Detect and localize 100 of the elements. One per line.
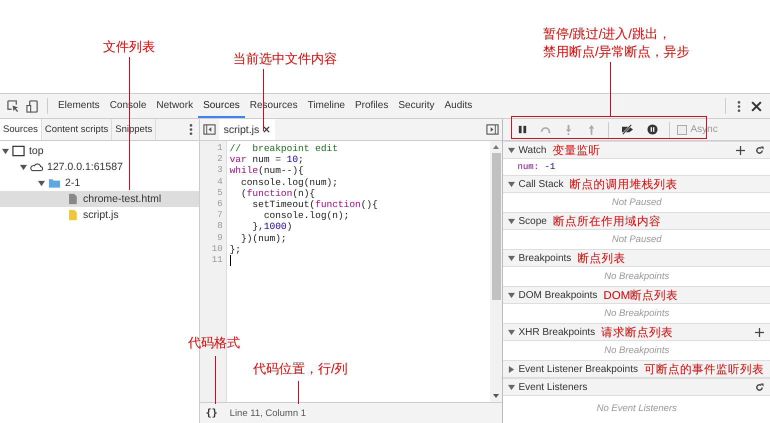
panel-tab[interactable]: Profiles — [350, 94, 394, 118]
section-title[interactable]: Event Listeners — [518, 382, 588, 392]
section-title[interactable]: Call Stack — [518, 178, 564, 190]
line-number: 1 — [216, 143, 224, 154]
expand-triangle-icon[interactable] — [20, 164, 27, 170]
watch-expression: num: -1 — [516, 161, 556, 174]
code-line: while(num--){ — [230, 165, 304, 177]
section-header[interactable]: XHR Breakpoints 请求断点列表 — [503, 323, 770, 341]
inspect-icon[interactable] — [7, 100, 20, 112]
line-number: 3 — [216, 165, 224, 177]
line-number: 5 — [216, 188, 224, 200]
expand-triangle-icon[interactable] — [38, 180, 45, 186]
tree-item[interactable]: top — [0, 143, 199, 159]
line-number: 6 — [216, 199, 224, 210]
file-tab-label[interactable]: script.js — [224, 124, 260, 136]
annotation-text: DOM断点列表 — [603, 288, 678, 302]
navigator-tab[interactable]: Sources — [0, 119, 42, 140]
code-line: }; — [230, 244, 242, 255]
expand-triangle-icon[interactable] — [508, 254, 516, 262]
panel-tab[interactable]: Audits — [439, 94, 478, 118]
frame-icon — [12, 145, 25, 157]
leader-line — [263, 69, 264, 131]
empty-message: No Breakpoints — [603, 270, 670, 284]
expand-triangle-icon[interactable] — [508, 180, 516, 188]
annotation-text: 文件列表 — [103, 38, 155, 56]
section-header[interactable]: Call Stack 断点的调用堆栈列表 — [503, 175, 770, 193]
checkbox[interactable] — [677, 124, 688, 134]
annotation-text: 代码格式 — [188, 334, 240, 352]
expand-triangle-icon[interactable] — [508, 328, 516, 336]
section-title[interactable]: Watch — [518, 144, 546, 156]
section-header[interactable]: Breakpoints 断点列表 — [503, 249, 770, 267]
code-line: setTimeout(function(){ — [251, 198, 378, 210]
panel-tab[interactable]: Security — [393, 94, 440, 118]
panel-tab[interactable]: Timeline — [302, 94, 350, 118]
section-header[interactable]: Watch 变量监听 — [503, 141, 770, 159]
empty-message: Not Paused — [610, 233, 663, 247]
annotation-text: 暂停/跳过/进入/跳出， 禁用断点/异常断点，异步 — [543, 25, 690, 61]
annotation-text: 断点所在作用域内容 — [552, 214, 661, 228]
toggle-debugger-icon[interactable] — [486, 123, 500, 136]
code-line: console.log(n); — [262, 210, 350, 222]
close-icon[interactable] — [263, 126, 270, 133]
toggle-navigator-icon[interactable] — [202, 123, 216, 136]
section-header[interactable]: DOM Breakpoints DOM断点列表 — [503, 286, 770, 304]
leader-line — [298, 381, 299, 404]
add-icon[interactable] — [755, 328, 764, 336]
add-icon[interactable] — [736, 146, 745, 154]
annotation-text: 断点的调用堆栈列表 — [570, 178, 678, 192]
leader-line — [610, 62, 611, 116]
expand-triangle-icon[interactable] — [508, 366, 516, 372]
more-menu-icon[interactable] — [737, 100, 741, 112]
expand-triangle-icon[interactable] — [508, 384, 516, 390]
section-title[interactable]: Breakpoints — [518, 252, 572, 264]
device-icon[interactable] — [26, 100, 39, 112]
section-header[interactable]: Scope 断点所在作用域内容 — [503, 212, 770, 230]
section-title[interactable]: Scope — [518, 216, 547, 226]
tree-item[interactable]: 2-1 — [0, 175, 199, 191]
folder-icon — [48, 177, 61, 189]
line-number: 7 — [216, 210, 224, 222]
line-number: 2 — [216, 154, 224, 166]
section-title[interactable]: DOM Breakpoints — [518, 290, 598, 300]
expand-triangle-icon[interactable] — [2, 148, 9, 154]
tree-item[interactable]: script.js — [0, 207, 199, 223]
pretty-print-button[interactable]: {} — [200, 408, 224, 418]
code-line: })(num); — [240, 232, 287, 244]
scroll-up-icon[interactable] — [493, 145, 500, 149]
section-header[interactable]: Event Listener Breakpoints 可断点的事件监听列表 — [503, 360, 770, 378]
scrollbar[interactable] — [490, 141, 502, 402]
line-number: 9 — [216, 232, 224, 244]
tree-item[interactable]: 127.0.0.1:61587 — [0, 159, 199, 175]
cloud-icon — [30, 161, 43, 173]
pause-on-exceptions-icon[interactable] — [647, 124, 658, 135]
refresh-icon[interactable] — [755, 146, 764, 154]
section-title[interactable]: Event Listener Breakpoints — [518, 364, 638, 374]
file-icon — [66, 209, 79, 221]
expand-triangle-icon[interactable] — [508, 146, 516, 154]
close-icon[interactable] — [750, 100, 763, 112]
pause-icon[interactable] — [517, 124, 528, 135]
section-header[interactable]: Event Listeners — [503, 378, 770, 396]
code-line: (function(n){ — [240, 188, 316, 199]
expand-triangle-icon[interactable] — [508, 292, 516, 298]
empty-message: No Breakpoints — [603, 307, 670, 321]
file-tab[interactable]: script.js — [218, 119, 276, 140]
scroll-down-icon[interactable] — [493, 394, 500, 398]
tree-item[interactable]: chrome-test.html — [0, 191, 199, 207]
leader-line — [215, 356, 216, 404]
line-number: 8 — [216, 221, 224, 233]
section-title[interactable]: XHR Breakpoints — [518, 326, 596, 338]
more-menu-icon[interactable] — [188, 123, 193, 136]
refresh-icon[interactable] — [755, 382, 764, 392]
cursor-position: Line 11, Column 1 — [230, 408, 306, 418]
navigator-tab[interactable]: Content scripts — [42, 119, 112, 140]
expand-triangle-icon[interactable] — [508, 218, 516, 224]
code-line: // breakpoint edit — [230, 143, 338, 154]
code-line: console.log(num); — [240, 176, 338, 188]
panel-tab[interactable]: Network — [151, 94, 198, 118]
deactivate-breakpoints-icon[interactable] — [620, 124, 636, 135]
line-number: 4 — [216, 176, 224, 188]
annotation-text: 可断点的事件监听列表 — [644, 362, 764, 376]
annotation-text: 断点列表 — [577, 252, 626, 266]
panel-tab[interactable]: Elements — [53, 94, 105, 118]
